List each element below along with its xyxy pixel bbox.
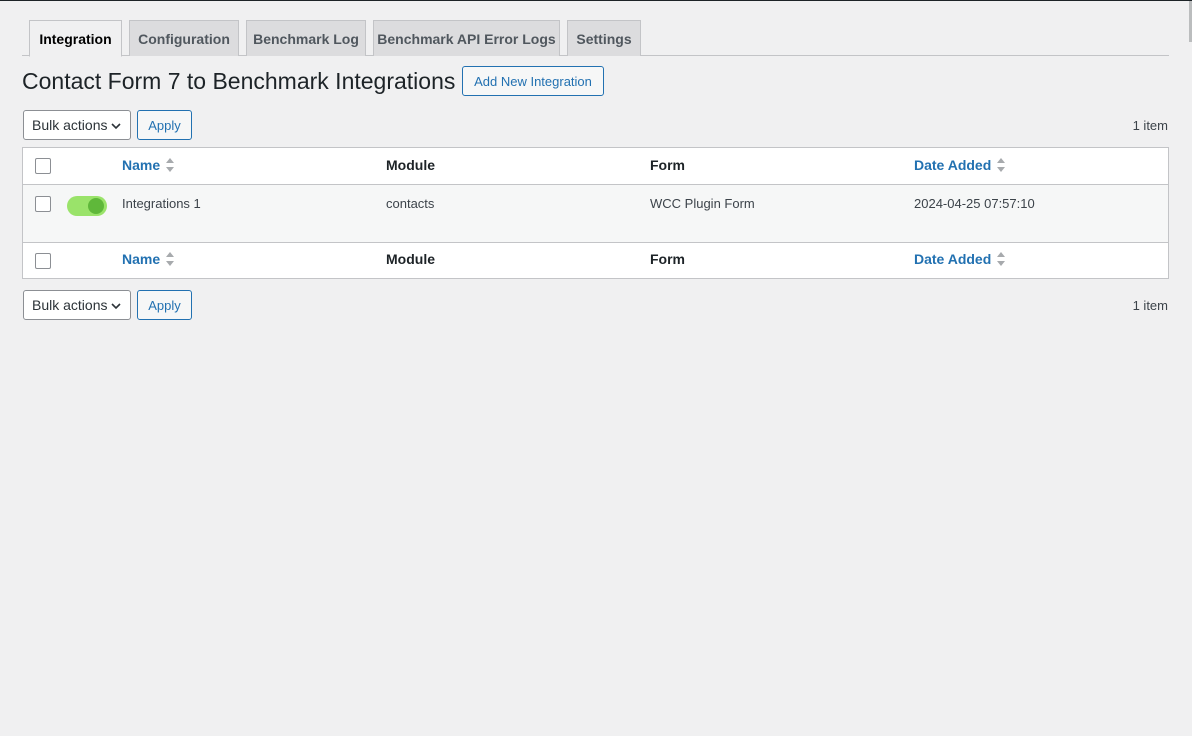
table-header-row: Name Module Form Date Added xyxy=(23,148,1168,185)
page-title: Contact Form 7 to Benchmark Integrations xyxy=(22,68,456,94)
tab-benchmark-api-error-logs[interactable]: Benchmark API Error Logs xyxy=(373,20,560,56)
sort-icon xyxy=(166,158,175,172)
apply-button-bottom[interactable]: Apply xyxy=(137,290,192,320)
column-date-added-label-bottom: Date Added xyxy=(914,251,992,267)
integrations-table: Name Module Form Date Added Integrations… xyxy=(22,147,1169,279)
sort-icon xyxy=(166,252,175,266)
sort-icon xyxy=(997,252,1006,266)
tab-configuration[interactable]: Configuration xyxy=(129,20,239,56)
row-date-added: 2024-04-25 07:57:10 xyxy=(914,196,1035,211)
tab-settings[interactable]: Settings xyxy=(567,20,641,56)
integration-enabled-toggle[interactable] xyxy=(67,196,107,216)
item-count-top: 1 item xyxy=(1132,118,1168,133)
row-form: WCC Plugin Form xyxy=(650,196,755,211)
bulk-actions-selected: Bulk actions xyxy=(32,117,108,133)
sort-icon xyxy=(997,158,1006,172)
bulk-actions-select-bottom[interactable]: Bulk actions xyxy=(23,290,131,320)
tab-bar: Integration Configuration Benchmark Log … xyxy=(22,19,1169,57)
bulk-actions-select-top[interactable]: Bulk actions xyxy=(23,110,131,140)
bulk-actions-selected-bottom: Bulk actions xyxy=(32,297,108,313)
add-new-integration-button[interactable]: Add New Integration xyxy=(462,66,604,96)
select-all-checkbox-bottom[interactable] xyxy=(35,253,51,269)
column-name-sort-bottom[interactable]: Name xyxy=(122,251,175,267)
apply-button-top[interactable]: Apply xyxy=(137,110,192,140)
column-name-label: Name xyxy=(122,157,161,173)
item-count-bottom: 1 item xyxy=(1132,298,1168,313)
chevron-down-icon xyxy=(111,123,121,130)
chevron-down-icon xyxy=(111,303,121,310)
select-all-checkbox[interactable] xyxy=(35,158,51,174)
column-form-bottom: Form xyxy=(650,251,685,267)
row-checkbox[interactable] xyxy=(35,196,51,212)
table-footer-row: Name Module Form Date Added xyxy=(23,243,1168,279)
column-date-added-label: Date Added xyxy=(914,157,992,173)
tab-integration[interactable]: Integration xyxy=(29,20,122,57)
row-module: contacts xyxy=(386,196,435,211)
column-date-added-sort[interactable]: Date Added xyxy=(914,157,1006,173)
column-name-sort[interactable]: Name xyxy=(122,157,175,173)
window-top-border xyxy=(0,0,1192,1)
tab-benchmark-log[interactable]: Benchmark Log xyxy=(246,20,366,56)
row-name: Integrations 1 xyxy=(122,196,201,211)
table-row: Integrations 1 contacts WCC Plugin Form … xyxy=(23,185,1168,243)
column-module-bottom: Module xyxy=(386,251,435,267)
column-module: Module xyxy=(386,157,435,173)
column-name-label-bottom: Name xyxy=(122,251,161,267)
column-date-added-sort-bottom[interactable]: Date Added xyxy=(914,251,1006,267)
column-form: Form xyxy=(650,157,685,173)
toggle-knob xyxy=(88,198,104,214)
